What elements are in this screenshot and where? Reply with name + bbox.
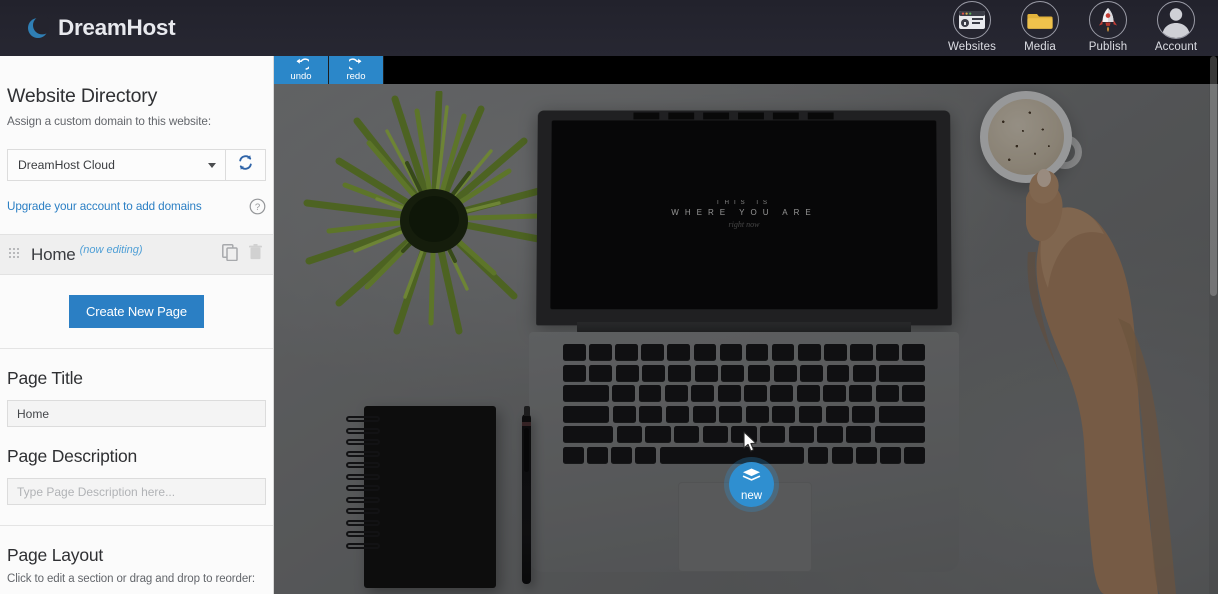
create-new-page-wrapper: Create New Page xyxy=(0,295,273,328)
nav-label-websites: Websites xyxy=(948,41,996,53)
pen-clip xyxy=(524,428,529,472)
laptop-display: THIS IS WHERE YOU ARE right now xyxy=(550,120,937,309)
app-root: DreamHost Websites Media Publish Account… xyxy=(0,0,1218,594)
hero-photo-section[interactable]: THIS IS WHERE YOU ARE right now new xyxy=(274,84,1218,594)
redo-button[interactable]: redo xyxy=(329,56,384,84)
undo-label: undo xyxy=(290,71,311,82)
nav-label-media: Media xyxy=(1024,41,1056,53)
screen-text-line2: WHERE YOU ARE xyxy=(671,208,816,217)
svg-text:?: ? xyxy=(255,202,260,213)
domain-select[interactable]: DreamHost Cloud xyxy=(7,149,226,181)
page-layout-hint: Click to edit a section or drag and drop… xyxy=(7,573,273,585)
page-name-label: Home xyxy=(31,245,76,265)
website-directory-title: Website Directory xyxy=(0,85,273,108)
dreamhost-moon-icon xyxy=(27,17,49,39)
hand-image xyxy=(1026,168,1196,594)
page-layout-label: Page Layout xyxy=(7,545,273,566)
drag-handle-icon[interactable] xyxy=(9,248,19,261)
notebook-spiral-rings xyxy=(346,416,380,549)
help-circle-icon[interactable]: ? xyxy=(249,198,266,215)
undo-button[interactable]: undo xyxy=(274,56,329,84)
nav-item-websites[interactable]: Websites xyxy=(938,0,1006,53)
editor-sidebar: Website Directory Assign a custom domain… xyxy=(0,56,274,594)
laptop-lid: THIS IS WHERE YOU ARE right now xyxy=(536,111,952,326)
add-new-section-button[interactable]: new xyxy=(729,462,774,507)
domain-selector-row: DreamHost Cloud xyxy=(7,149,266,181)
page-list-item-home[interactable]: Home (now editing) xyxy=(0,234,273,275)
trash-icon[interactable] xyxy=(249,244,262,265)
page-editing-badge: (now editing) xyxy=(80,244,143,256)
pen-band xyxy=(522,422,531,426)
sidebar-divider-2 xyxy=(0,525,273,526)
redo-label: redo xyxy=(346,71,365,82)
create-new-page-button[interactable]: Create New Page xyxy=(69,295,204,328)
brand-name: DreamHost xyxy=(58,15,175,41)
website-preview-canvas: undo redo THIS IS WHERE YOU ARE right no… xyxy=(274,56,1218,594)
website-directory-subtitle: Assign a custom domain to this website: xyxy=(0,115,273,128)
page-row-actions xyxy=(222,244,262,266)
mouse-pointer-icon xyxy=(743,431,759,458)
user-avatar-icon xyxy=(1157,1,1195,39)
nav-item-account[interactable]: Account xyxy=(1142,0,1210,53)
nav-item-publish[interactable]: Publish xyxy=(1074,0,1142,53)
nav-label-account: Account xyxy=(1155,41,1197,53)
page-title-label: Page Title xyxy=(7,368,273,389)
page-title-input[interactable] xyxy=(7,400,266,427)
page-description-label: Page Description xyxy=(7,446,273,467)
add-new-section-label: new xyxy=(741,490,762,502)
top-header-bar: DreamHost Websites Media Publish Account xyxy=(0,0,1218,56)
domain-select-value: DreamHost Cloud xyxy=(18,158,115,172)
screen-text-line1: THIS IS xyxy=(716,200,772,206)
upgrade-account-link[interactable]: Upgrade your account to add domains xyxy=(7,200,202,213)
layers-stack-icon xyxy=(742,468,761,489)
page-scrollbar-track[interactable] xyxy=(1209,56,1218,594)
notebook-cover xyxy=(364,406,496,588)
page-description-input[interactable] xyxy=(7,478,266,505)
notebook-image xyxy=(346,406,496,588)
redo-arrow-icon xyxy=(349,58,364,71)
folder-icon xyxy=(1021,1,1059,39)
nav-label-publish: Publish xyxy=(1089,41,1127,53)
undo-arrow-icon xyxy=(294,58,309,71)
pen-tip xyxy=(524,406,530,416)
laptop-lid-dots xyxy=(633,112,833,119)
top-navigation: Websites Media Publish Account xyxy=(938,0,1210,56)
pen-image xyxy=(522,414,531,584)
chevron-down-icon xyxy=(208,163,216,168)
rocket-icon xyxy=(1089,1,1127,39)
brand-logo[interactable]: DreamHost xyxy=(27,15,175,41)
sidebar-divider-1 xyxy=(0,348,273,349)
nav-item-media[interactable]: Media xyxy=(1006,0,1074,53)
canvas-toolbar: undo redo xyxy=(274,56,1218,84)
screen-text-line3: right now xyxy=(729,220,760,229)
duplicate-icon[interactable] xyxy=(222,244,239,266)
browser-window-icon xyxy=(953,1,991,39)
page-scrollbar-thumb[interactable] xyxy=(1210,56,1217,296)
refresh-sync-icon xyxy=(236,153,255,177)
cup-coffee-foam xyxy=(988,99,1064,175)
upgrade-row: Upgrade your account to add domains ? xyxy=(7,198,266,215)
refresh-domain-button[interactable] xyxy=(226,149,266,181)
